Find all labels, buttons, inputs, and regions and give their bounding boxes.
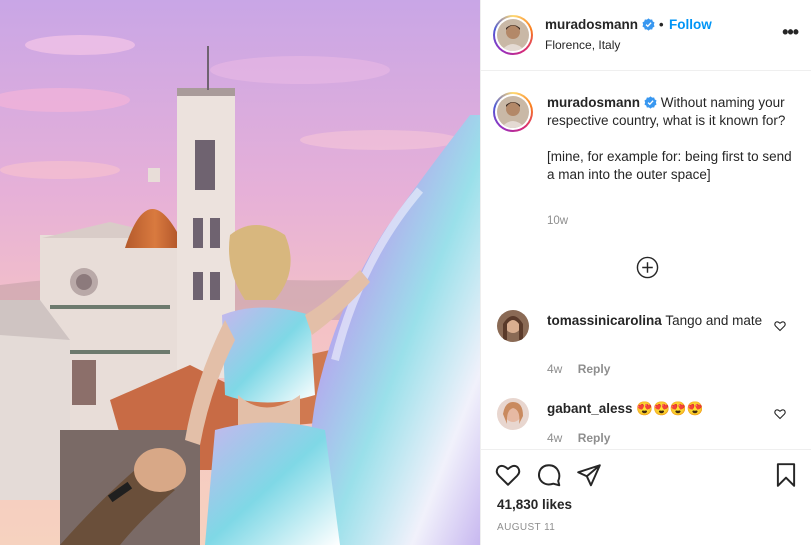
- comment-meta: 4w Reply: [547, 362, 610, 376]
- caption-text: muradosmann Without naming your respecti…: [547, 94, 797, 202]
- post-date[interactable]: AUGUST 11: [497, 522, 555, 533]
- post-side-panel: muradosmann • Follow Florence, Italy •••: [480, 0, 811, 545]
- comment-timestamp[interactable]: 4w: [547, 362, 562, 376]
- post-actions-bar: 41,830 likes AUGUST 11: [481, 449, 811, 545]
- photo-illustration: [0, 0, 480, 545]
- post-header: muradosmann • Follow Florence, Italy •••: [481, 0, 811, 71]
- comment-body: tomassinicarolina Tango and mate: [547, 312, 767, 330]
- post-location[interactable]: Florence, Italy: [545, 38, 620, 52]
- author-username[interactable]: muradosmann: [545, 17, 655, 32]
- avatar-image: [497, 310, 529, 342]
- caption-timestamp[interactable]: 10w: [547, 215, 568, 227]
- author-avatar[interactable]: [493, 15, 533, 55]
- caption-avatar[interactable]: [493, 92, 533, 132]
- verified-badge-icon: [642, 18, 655, 31]
- like-comment-heart-icon[interactable]: [774, 408, 786, 420]
- comment-text: Tango and mate: [665, 313, 763, 328]
- comment-bubble-icon[interactable]: [536, 462, 562, 488]
- save-bookmark-icon[interactable]: [773, 462, 799, 488]
- reply-button[interactable]: Reply: [578, 362, 611, 376]
- post-photo[interactable]: [0, 0, 480, 545]
- comment-text: 😍😍😍😍: [636, 401, 704, 416]
- share-send-icon[interactable]: [576, 462, 602, 488]
- follow-button[interactable]: Follow: [669, 17, 712, 32]
- commenter-avatar[interactable]: [497, 310, 529, 342]
- load-more-comments-icon[interactable]: [636, 256, 659, 279]
- commenter-avatar[interactable]: [497, 398, 529, 430]
- separator-dot: •: [659, 17, 664, 32]
- avatar-image: [497, 398, 529, 430]
- avatar-image: [497, 19, 529, 51]
- comment-meta: 4w Reply: [547, 431, 610, 445]
- instagram-post: muradosmann • Follow Florence, Italy •••: [0, 0, 811, 545]
- commenter-username[interactable]: gabant_aless: [547, 401, 633, 416]
- like-heart-icon[interactable]: [495, 462, 521, 488]
- likes-count[interactable]: 41,830 likes: [497, 497, 572, 512]
- reply-button[interactable]: Reply: [578, 431, 611, 445]
- verified-badge-icon: [644, 96, 657, 109]
- avatar-image: [497, 96, 529, 128]
- caption-line-2: [mine, for example for: being first to s…: [547, 149, 792, 182]
- more-options-icon[interactable]: •••: [782, 23, 799, 41]
- author-username-text[interactable]: muradosmann: [545, 17, 638, 32]
- comment-timestamp[interactable]: 4w: [547, 431, 562, 445]
- like-comment-heart-icon[interactable]: [774, 320, 786, 332]
- commenter-username[interactable]: tomassinicarolina: [547, 313, 662, 328]
- caption-username[interactable]: muradosmann: [547, 95, 640, 110]
- comment-body: gabant_aless 😍😍😍😍: [547, 400, 767, 418]
